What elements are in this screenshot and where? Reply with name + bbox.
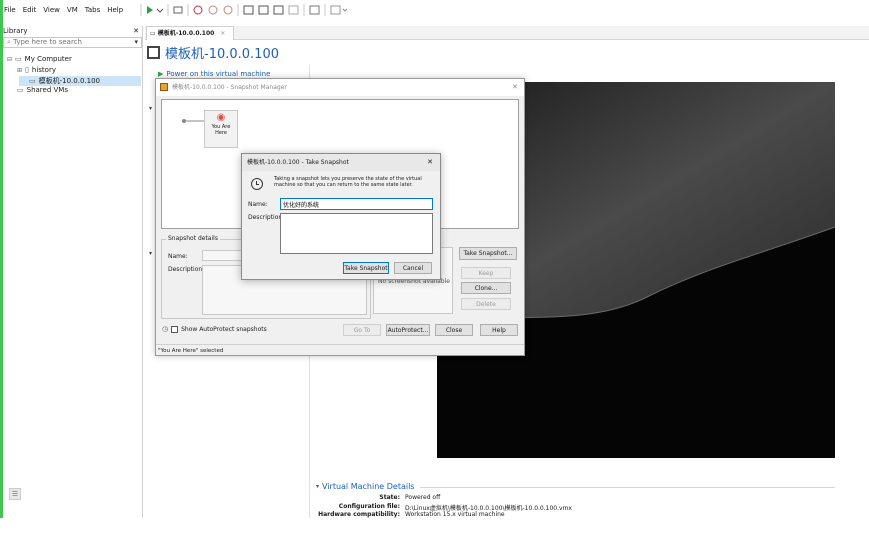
snapshot-description-label: Description: <box>248 214 285 221</box>
snapshot-name-label: Name: <box>248 201 268 208</box>
tree-item-vm[interactable]: ▭ 模板机-10.0.0.100 <box>19 76 141 86</box>
tab-close-icon[interactable]: ✕ <box>220 30 225 37</box>
tab-vm[interactable]: ▭ 模板机-10.0.0.100 ✕ <box>146 26 234 40</box>
devices-collapse-icon[interactable]: ▾ <box>149 250 152 257</box>
take-snapshot-cancel-button[interactable]: Cancel <box>394 262 432 274</box>
search-icon: ⌕ <box>7 38 11 46</box>
library-header: Library ✕ <box>3 26 143 37</box>
snapshot-manager-titlebar: 模板机-10.0.0.100 - Snapshot Manager ✕ <box>156 79 524 96</box>
menu-help[interactable]: Help <box>107 6 123 14</box>
menu-edit[interactable]: Edit <box>23 6 37 14</box>
toolbar <box>140 3 390 17</box>
computer-icon: ▭ <box>15 55 22 63</box>
keep-button[interactable]: Keep <box>461 267 511 279</box>
toolbar-icons <box>140 4 348 16</box>
vm-icon: ▭ <box>29 77 36 85</box>
library-bottom-icon[interactable]: ☰ <box>9 488 21 500</box>
play-icon[interactable] <box>147 6 153 14</box>
bottom-edge <box>0 518 869 538</box>
search-input[interactable] <box>13 38 114 46</box>
vm-title-text: 模板机-10.0.0.100 <box>165 46 279 62</box>
tree-item-my-computer[interactable]: ⊟ ▭ My Computer <box>7 55 72 63</box>
you-are-here-node[interactable]: ◉ You Are Here <box>204 110 238 148</box>
vm-large-icon <box>147 45 160 59</box>
close-icon[interactable]: ✕ <box>427 154 433 171</box>
menu-view[interactable]: View <box>43 6 60 14</box>
take-snapshot-info: Taking a snapshot lets you preserve the … <box>274 176 422 188</box>
revert-snapshot-icon[interactable] <box>208 5 218 15</box>
close-icon[interactable]: ✕ <box>512 79 518 96</box>
vm-tab-icon: ▭ <box>150 30 156 37</box>
vm-details-header[interactable]: ▾ Virtual Machine Details <box>316 482 414 491</box>
collapse-icon[interactable]: ⊞ <box>17 67 22 74</box>
library-title: Library <box>3 27 28 35</box>
help-button[interactable]: Help <box>480 324 518 336</box>
tree-item-history[interactable]: ⊞ ▯ history <box>17 66 56 74</box>
power-on-link[interactable]: ▶ Power on this virtual machine <box>158 70 270 78</box>
tree-item-shared-vms[interactable]: ▭ Shared VMs <box>17 86 68 94</box>
take-snapshot-dialog: 模板机-10.0.0.100 - Take Snapshot ✕ Taking … <box>241 153 441 280</box>
collapse-icon[interactable]: ⊟ <box>7 56 12 63</box>
send-keys-icon[interactable] <box>173 6 183 14</box>
folder-icon: ▯ <box>25 66 29 74</box>
autoprotect-row: ◷ Show AutoProtect snapshots <box>162 325 267 333</box>
go-to-button[interactable]: Go To <box>343 324 381 336</box>
shared-vms-icon: ▭ <box>17 86 24 94</box>
snapshot-status-bar: "You Are Here" selected <box>156 344 524 356</box>
autoprotect-button[interactable]: AutoProtect... <box>386 324 430 336</box>
play-icon: ▶ <box>158 70 164 78</box>
snapshot-description-input[interactable] <box>280 213 433 254</box>
take-snapshot-ok-button[interactable]: Take Snapshot <box>343 262 389 274</box>
close-button[interactable]: Close <box>435 324 473 336</box>
library-view-icon[interactable] <box>243 5 254 15</box>
search-dropdown-icon[interactable]: ▾ <box>134 38 138 47</box>
library-search[interactable]: ⌕ ▾ <box>3 37 142 48</box>
library-panel: Library ✕ ⌕ ▾ ⊟ ▭ My Computer ⊞ ▯ histor… <box>3 26 143 518</box>
menu-bar: File Edit View VM Tabs Help <box>4 3 130 17</box>
tab-bar: ▭ 模板机-10.0.0.100 ✕ <box>145 26 869 40</box>
clock-icon: ◷ <box>162 325 169 333</box>
thumbnail-view-icon[interactable] <box>258 5 269 15</box>
collapse-icon: ▾ <box>316 483 320 490</box>
description-label: Description: <box>168 266 205 273</box>
take-snapshot-button[interactable]: Take Snapshot... <box>459 247 517 260</box>
clock-hands-icon <box>256 181 259 185</box>
vm-title: 模板机-10.0.0.100 <box>147 43 279 62</box>
show-autoprotect-checkbox[interactable] <box>171 325 179 333</box>
clone-button[interactable]: Clone... <box>461 282 511 294</box>
snapshot-name-input[interactable] <box>280 198 433 210</box>
library-close-icon[interactable]: ✕ <box>133 26 139 37</box>
name-label: Name: <box>168 253 188 260</box>
show-autoprotect-label: Show AutoProtect snapshots <box>181 325 267 333</box>
commands-collapse-icon[interactable]: ▾ <box>149 105 152 112</box>
fullscreen-icon[interactable] <box>273 5 284 15</box>
menu-tabs[interactable]: Tabs <box>85 6 101 14</box>
menu-vm[interactable]: VM <box>67 6 78 14</box>
unity-icon[interactable] <box>288 5 299 15</box>
chevron-down-icon[interactable] <box>156 8 164 13</box>
location-pin-icon: ◉ <box>216 112 226 123</box>
snapshot-icon[interactable] <box>193 5 203 15</box>
delete-button[interactable]: Delete <box>461 298 511 310</box>
stretch-icon[interactable] <box>330 5 341 15</box>
console-icon[interactable] <box>309 5 320 15</box>
menu-file[interactable]: File <box>4 6 16 14</box>
snapshot-manager-icon <box>160 83 168 91</box>
vm-details-divider <box>420 487 835 488</box>
snapshot-details-label: Snapshot details <box>166 235 220 242</box>
snapshot-manager-icon[interactable] <box>223 5 233 15</box>
take-snapshot-titlebar: 模板机-10.0.0.100 - Take Snapshot ✕ <box>242 154 440 171</box>
